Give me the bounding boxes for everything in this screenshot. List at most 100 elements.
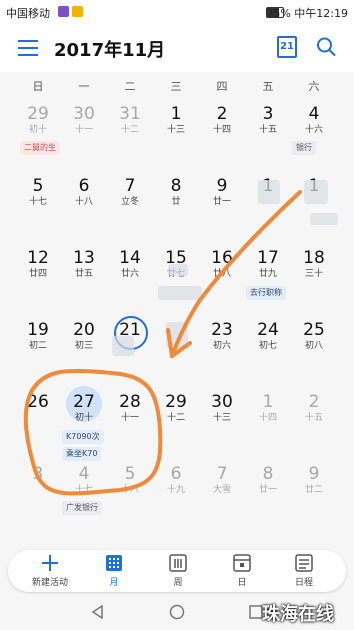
day-number: 30 [73,104,95,124]
day-cell[interactable]: 19 初二 [15,312,61,382]
day-cell[interactable]: 16 廿八 [199,240,245,310]
day-cell[interactable]: 13 廿五 [61,240,107,310]
day-cell[interactable]: 9 廿二 [291,456,337,526]
day-cell[interactable]: 3 十五 [245,96,291,166]
day-cell[interactable]: 29 初十 [15,96,61,166]
blurred-area [168,264,188,276]
day-cell[interactable]: 24 初七 [245,312,291,382]
day-cell[interactable]: 6 十九 [153,456,199,526]
lunar-label: 初十 [74,413,93,423]
day-cell[interactable]: 12 廿四 [15,240,61,310]
day-cell[interactable]: 14 廿六 [107,240,153,310]
day-cell[interactable]: 1 十四 [245,384,291,454]
blurred-area [258,180,280,204]
nav-day[interactable]: 日 [212,550,272,592]
blurred-area [112,336,134,356]
event-chip[interactable]: K7090次 [62,430,104,444]
day-cell[interactable]: 20 初三 [61,312,107,382]
lunar-label: 廿一 [258,485,277,495]
event-chip[interactable]: 乘坐K70 [62,447,102,461]
day-number: 29 [165,392,187,412]
day-cell[interactable]: 8廿 [153,168,199,238]
day-number: 4 [308,104,320,124]
page-title[interactable]: 2017年11月 [54,36,165,62]
day-cell[interactable]: 7 立冬 [107,168,153,238]
day-cell[interactable]: 26 [15,384,61,454]
lunar-label: 十三 [212,413,231,423]
day-cell[interactable]: 2 十四 [199,96,245,166]
day-cell[interactable]: 5 十八 [107,456,153,526]
nav-label: 月 [109,578,119,588]
day-number: 7 [124,176,136,196]
day-number: 4 [78,464,90,484]
lunar-label: 初六 [212,341,231,351]
day-cell[interactable]: 4 十七 [61,456,107,526]
day-cell[interactable]: 5 十七 [15,168,61,238]
event-chip[interactable]: 银行 [292,141,316,155]
day-number: 5 [32,176,44,196]
lunar-label: 大雪 [212,485,231,495]
day-number: 18 [303,248,325,268]
day-cell[interactable]: 6 十八 [61,168,107,238]
event-chip[interactable]: 广发银行 [62,501,102,515]
day-cell[interactable]: 25 初八 [291,312,337,382]
back-icon[interactable] [90,604,106,620]
day-number: 1 [170,104,182,124]
week-icon [169,554,187,572]
nav-new-event[interactable]: 新建活动 [20,550,80,592]
lunar-label: 廿 [171,197,181,207]
day-number: 8 [170,176,182,196]
day-cell[interactable]: 3 [15,456,61,526]
event-chip[interactable]: 二舅的生 [20,141,60,155]
lunar-label: 十四 [258,413,277,423]
day-cell[interactable]: 31 十二 [107,96,153,166]
watermark: 珠海在线 [262,604,334,625]
day-number: 30 [211,392,233,412]
menu-icon[interactable] [18,40,38,56]
day-cell[interactable]: 30 十一 [61,96,107,166]
lunar-label: 廿一 [212,197,231,207]
day-cell[interactable]: 4 十六 [291,96,337,166]
home-icon[interactable] [169,604,185,620]
day-number: 6 [170,464,182,484]
lunar-label: 十二 [120,125,139,135]
day-cell[interactable]: 8 廿一 [245,456,291,526]
day-number: 27 [73,392,95,412]
lunar-label: 廿九 [258,269,277,279]
lunar-label: 十九 [166,485,185,495]
day-number: 2 [216,104,228,124]
day-number: 8 [262,464,274,484]
lunar-label: 初三 [74,341,93,351]
event-chip[interactable]: 去行职称 [246,286,286,300]
lunar-label: 三十 [304,269,323,279]
nav-agenda[interactable]: 日程 [274,550,334,592]
nav-week[interactable]: 周 [148,550,208,592]
day-cell[interactable]: 18 三十 [291,240,337,310]
lunar-label: 廿八 [212,269,231,279]
day-cell[interactable]: 28 十一 [107,384,153,454]
day-cell[interactable]: 29 十二 [153,384,199,454]
day-cell[interactable]: 23 初六 [199,312,245,382]
lunar-label: 十二 [166,413,185,423]
month-grid-icon [106,555,122,571]
day-cell[interactable]: 9 廿一 [199,168,245,238]
day-cell[interactable]: 2 十五 [291,384,337,454]
lunar-label: 十五 [304,413,323,423]
status-bar: 中国移动 75% 中午12:19 [0,0,354,24]
day-number: 25 [303,320,325,340]
bottom-nav: 新建活动 月 周 日 日程 [8,550,346,592]
lunar-label: 十七 [28,197,47,207]
today-icon[interactable]: 21 [277,36,297,58]
lunar-label: 廿二 [304,485,323,495]
day-number: 16 [211,248,233,268]
day-number: 3 [32,464,44,484]
search-icon[interactable] [316,36,336,58]
nav-month[interactable]: 月 [84,550,144,592]
day-cell[interactable]: 30 十三 [199,384,245,454]
weekday-label: 五 [262,80,274,93]
lunar-label: 十六 [304,125,323,135]
day-cell[interactable]: 1 十三 [153,96,199,166]
day-cell[interactable]: 7 大雪 [199,456,245,526]
day-number: 1 [262,392,274,412]
app-bar: 2017年11月 21 [0,24,354,72]
